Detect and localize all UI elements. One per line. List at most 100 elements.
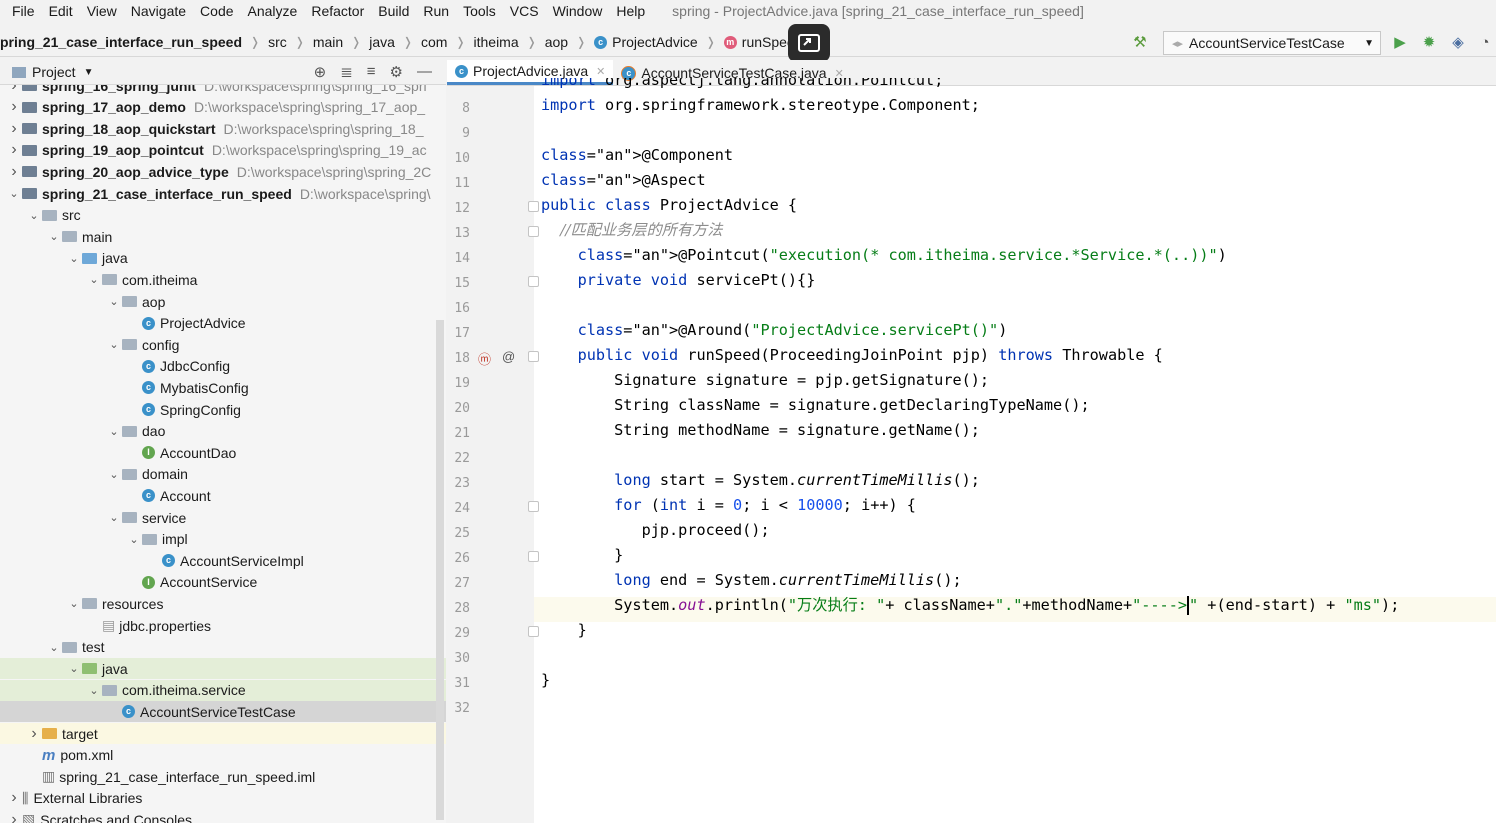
chevron-down-icon[interactable]: ⌄ xyxy=(106,468,122,481)
expand-all-icon[interactable]: ≣ xyxy=(340,63,353,81)
chevron-down-icon[interactable]: ⌄ xyxy=(66,252,82,265)
code-line[interactable]: public void runSpeed(ProceedingJoinPoint… xyxy=(541,343,1163,368)
build-hammer-icon[interactable]: ⚒ xyxy=(1131,33,1149,51)
breadcrumb-item[interactable]: itheima xyxy=(474,34,519,50)
code-line[interactable]: public class ProjectAdvice { xyxy=(541,193,797,218)
chevron-down-icon[interactable]: ⌄ xyxy=(106,338,122,351)
chevron-down-icon[interactable]: ⌄ xyxy=(106,295,122,308)
chevron-right-icon[interactable]: › xyxy=(6,98,22,116)
chevron-down-icon[interactable]: ▼ xyxy=(84,67,94,78)
chevron-down-icon[interactable]: ⌄ xyxy=(6,187,22,200)
tree-item[interactable]: ⌄ java xyxy=(0,248,446,269)
tree-scrollbar[interactable] xyxy=(436,320,444,820)
chevron-down-icon[interactable]: ⌄ xyxy=(106,511,122,524)
code-line[interactable]: class="an">@Aspect xyxy=(541,168,706,193)
code-line[interactable]: //匹配业务层的所有方法 xyxy=(541,218,722,243)
minimize-icon[interactable]: — xyxy=(417,63,432,81)
tree-item[interactable]: ▤ jdbc.properties xyxy=(0,615,446,636)
menu-item-navigate[interactable]: Navigate xyxy=(124,3,193,19)
fold-marker-icon[interactable] xyxy=(528,226,539,237)
tree-item[interactable]: › spring_16_spring_junit D:\workspace\spri… xyxy=(0,85,446,96)
tree-item[interactable]: ⌄ resources xyxy=(0,593,446,614)
tree-item[interactable]: ⌄ com.itheima xyxy=(0,269,446,290)
code-line[interactable]: } xyxy=(541,668,550,693)
code-line[interactable]: class="an">@Component xyxy=(541,143,733,168)
tree-item[interactable]: ⌄ service xyxy=(0,507,446,528)
code-line[interactable]: String className = signature.getDeclarin… xyxy=(541,393,1089,418)
close-icon[interactable]: ✕ xyxy=(596,65,605,78)
menu-item-run[interactable]: Run xyxy=(416,3,456,19)
breadcrumb-item[interactable]: aop xyxy=(545,34,568,50)
tree-item[interactable]: ⌄ impl xyxy=(0,529,446,550)
menu-item-vcs[interactable]: VCS xyxy=(503,3,546,19)
screen-share-button[interactable] xyxy=(788,24,830,62)
menu-item-tools[interactable]: Tools xyxy=(456,3,503,19)
tree-item[interactable]: › spring_19_aop_pointcut D:\workspace\spri… xyxy=(0,140,446,161)
code-line[interactable]: class="an">@Pointcut("execution(* com.it… xyxy=(541,243,1227,268)
chevron-down-icon[interactable]: ⌄ xyxy=(66,662,82,675)
code-line[interactable]: pjp.proceed(); xyxy=(541,518,770,543)
menu-item-build[interactable]: Build xyxy=(371,3,416,19)
tree-item[interactable]: I AccountService xyxy=(0,572,446,593)
tree-item[interactable]: ⌄ domain xyxy=(0,464,446,485)
tree-item[interactable]: ⌄ main xyxy=(0,226,446,247)
fold-marker-icon[interactable] xyxy=(528,626,539,637)
code-line[interactable]: } xyxy=(541,618,587,643)
profile-icon[interactable]: ◔ xyxy=(1476,33,1494,51)
chevron-right-icon[interactable]: › xyxy=(6,85,22,95)
code-line[interactable]: long start = System.currentTimeMillis(); xyxy=(541,468,980,493)
chevron-down-icon[interactable]: ⌄ xyxy=(26,209,42,222)
overriding-method-icon[interactable]: ⓜ xyxy=(478,349,491,368)
chevron-right-icon[interactable]: › xyxy=(6,811,22,823)
tree-item[interactable]: ⌄ com.itheima.service xyxy=(0,679,446,701)
collapse-all-icon[interactable]: ≡ xyxy=(367,63,376,81)
chevron-down-icon[interactable]: ⌄ xyxy=(106,425,122,438)
locate-icon[interactable]: ⊕ xyxy=(314,63,327,81)
chevron-down-icon[interactable]: ⌄ xyxy=(86,273,102,286)
tree-item[interactable]: I AccountDao xyxy=(0,442,446,463)
breadcrumb-item[interactable]: com xyxy=(421,34,447,50)
tree-item[interactable]: c JdbcConfig xyxy=(0,356,446,377)
menu-item-analyze[interactable]: Analyze xyxy=(241,3,305,19)
tree-item[interactable]: › ▧ Scratches and Consoles xyxy=(0,809,446,823)
tree-item[interactable]: ⌄ java xyxy=(0,658,446,680)
code-line[interactable]: String methodName = signature.getName(); xyxy=(541,418,980,443)
code-line[interactable]: class="an">@Around("ProjectAdvice.servic… xyxy=(541,318,1008,343)
tree-item[interactable]: c SpringConfig xyxy=(0,399,446,420)
tree-item[interactable]: › spring_18_aop_quickstart D:\workspace\sp… xyxy=(0,118,446,139)
tree-item[interactable]: ⌄ config xyxy=(0,334,446,355)
chevron-right-icon[interactable]: › xyxy=(6,789,22,807)
annotation-advice-icon[interactable]: @ xyxy=(502,349,515,364)
fold-marker-icon[interactable] xyxy=(528,201,539,212)
menu-item-edit[interactable]: Edit xyxy=(42,3,80,19)
chevron-down-icon[interactable]: ⌄ xyxy=(86,684,102,697)
fold-marker-icon[interactable] xyxy=(528,276,539,287)
menu-item-file[interactable]: File xyxy=(0,3,42,19)
tree-item[interactable]: › ⫼ External Libraries xyxy=(0,788,446,809)
code-line[interactable]: long end = System.currentTimeMillis(); xyxy=(541,568,961,593)
tree-item[interactable]: ⌄ spring_21_case_interface_run_speed D:\wo… xyxy=(0,183,446,204)
run-icon[interactable]: ▶ xyxy=(1391,33,1409,51)
chevron-down-icon[interactable]: ⌄ xyxy=(46,641,62,654)
menu-item-refactor[interactable]: Refactor xyxy=(304,3,371,19)
fold-marker-icon[interactable] xyxy=(528,351,539,362)
breadcrumb-item[interactable]: main xyxy=(313,34,343,50)
chevron-right-icon[interactable]: › xyxy=(6,120,22,138)
fold-marker-icon[interactable] xyxy=(528,501,539,512)
coverage-icon[interactable]: ◈ xyxy=(1449,33,1467,51)
code-line[interactable]: for (int i = 0; i < 10000; i++) { xyxy=(541,493,916,518)
tree-item[interactable]: › target xyxy=(0,723,446,744)
run-configuration-select[interactable]: ◂▸ AccountServiceTestCase ▼ xyxy=(1163,31,1381,55)
debug-icon[interactable]: ✹ xyxy=(1420,33,1438,51)
chevron-right-icon[interactable]: › xyxy=(26,725,42,743)
tree-item[interactable]: c ProjectAdvice xyxy=(0,313,446,334)
breadcrumb-project[interactable]: pring_21_case_interface_run_speed xyxy=(0,34,242,50)
code-line[interactable]: private void servicePt(){} xyxy=(541,268,816,293)
settings-gear-icon[interactable]: ⚙ xyxy=(390,63,403,81)
tree-item[interactable]: m pom.xml xyxy=(0,745,446,766)
tree-item[interactable]: ▥ spring_21_case_interface_run_speed.iml xyxy=(0,766,446,787)
code-line[interactable]: Signature signature = pjp.getSignature()… xyxy=(541,368,989,393)
tree-item[interactable]: ⌄ test xyxy=(0,637,446,658)
code-line[interactable]: import org.springframework.stereotype.Co… xyxy=(541,93,980,118)
chevron-down-icon[interactable]: ⌄ xyxy=(126,533,142,546)
